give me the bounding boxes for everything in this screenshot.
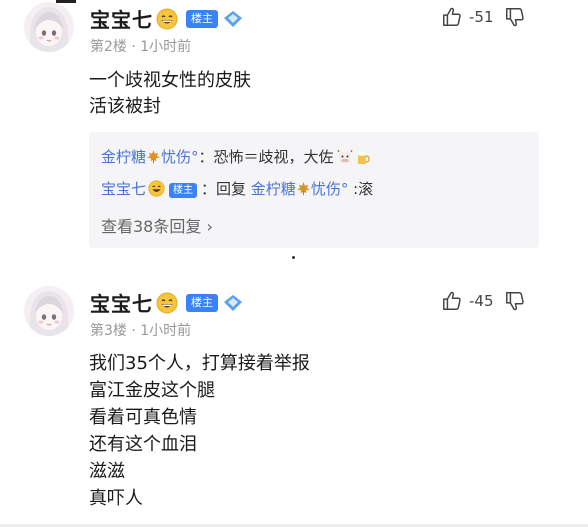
cow-emoji (336, 149, 353, 163)
comment-line: 还有这个血泪 (89, 434, 197, 455)
comment-line: 活该被封 (89, 96, 161, 117)
level-diamond-icon (224, 294, 242, 311)
divider-dot (292, 256, 295, 259)
thumbs-up-icon[interactable] (441, 290, 463, 312)
like-count: -45 (469, 292, 494, 310)
grin-emoji (156, 292, 178, 313)
comment-line: 我们35个人，打算接着举报 (89, 353, 310, 374)
grin-emoji (156, 8, 178, 29)
floor-meta: 第3楼 · 1小时前 (90, 323, 192, 339)
op-badge: 楼主 (186, 9, 218, 28)
avatar[interactable] (24, 2, 74, 52)
reply-text: ：恐怖＝歧视，大佐 (198, 148, 334, 166)
thumbs-down-icon[interactable] (504, 6, 526, 28)
reply-text: :滚 (348, 180, 374, 198)
avatar-image (24, 2, 74, 52)
name-row: 宝宝七 楼主 (90, 288, 243, 317)
comment-line: 一个歧视女性的皮肤 (89, 70, 251, 91)
comment-body: 我们35个人，打算接着举报 富江金皮这个腿 看着可真色情 还有这个血泪 滋滋 真… (89, 350, 310, 512)
reply-item: 金柠糖 忧伤°：恐怖＝歧视，大佐 (101, 146, 371, 167)
avatar[interactable] (24, 286, 74, 336)
comment-line: 真吓人 (89, 488, 143, 509)
comment-floor-3: 宝宝七 楼主 第3楼 · 1小时前 -45 我们35个人，打算接着举报 富江金皮… (0, 284, 588, 524)
view-more-replies-link[interactable]: 查看38条回复 › (101, 213, 213, 237)
beer-icon (357, 152, 370, 164)
comment-line: 滋滋 (89, 461, 125, 482)
level-diamond-icon (224, 10, 242, 27)
name-row: 宝宝七 楼主 (90, 4, 243, 33)
thumbs-up-icon[interactable] (441, 6, 463, 28)
reply-author[interactable]: 金柠糖 (101, 148, 146, 166)
grin-emoji (148, 180, 165, 197)
floor-meta: 第2楼 · 1小时前 (90, 39, 192, 55)
comment-body: 一个歧视女性的皮肤 活该被封 (89, 68, 251, 120)
username[interactable]: 宝宝七 (90, 288, 153, 317)
reply-panel: 金柠糖 忧伤°：恐怖＝歧视，大佐 宝宝七 楼主 ：回复 金柠糖 忧伤° :滚 查看38条… (89, 132, 539, 248)
op-badge: 楼主 (169, 183, 198, 198)
maple-leaf-icon (146, 149, 161, 164)
reply-target[interactable]: 金柠糖 (251, 180, 296, 198)
avatar-image (24, 286, 74, 336)
maple-leaf-icon (296, 181, 310, 196)
comment-floor-2: 宝宝七 楼主 第2楼 · 1小时前 -51 一个歧视女性的皮肤 活该被封 金柠糖… (0, 0, 588, 250)
comment-line: 富江金皮这个腿 (89, 380, 215, 401)
reply-item: 宝宝七 楼主 ：回复 金柠糖 忧伤° :滚 (101, 178, 373, 199)
reply-target-suffix[interactable]: 忧伤° (311, 180, 349, 198)
op-badge: 楼主 (186, 293, 218, 312)
reply-prefix: ：回复 (201, 180, 251, 198)
thumbs-down-icon[interactable] (504, 290, 526, 312)
reply-author-suffix[interactable]: 忧伤° (161, 148, 199, 166)
like-count: -51 (469, 8, 494, 26)
username[interactable]: 宝宝七 (90, 4, 153, 33)
vote-group: -45 (441, 290, 526, 312)
reply-author[interactable]: 宝宝七 (101, 180, 146, 198)
vote-group: -51 (441, 6, 526, 28)
comment-line: 看着可真色情 (89, 407, 197, 428)
